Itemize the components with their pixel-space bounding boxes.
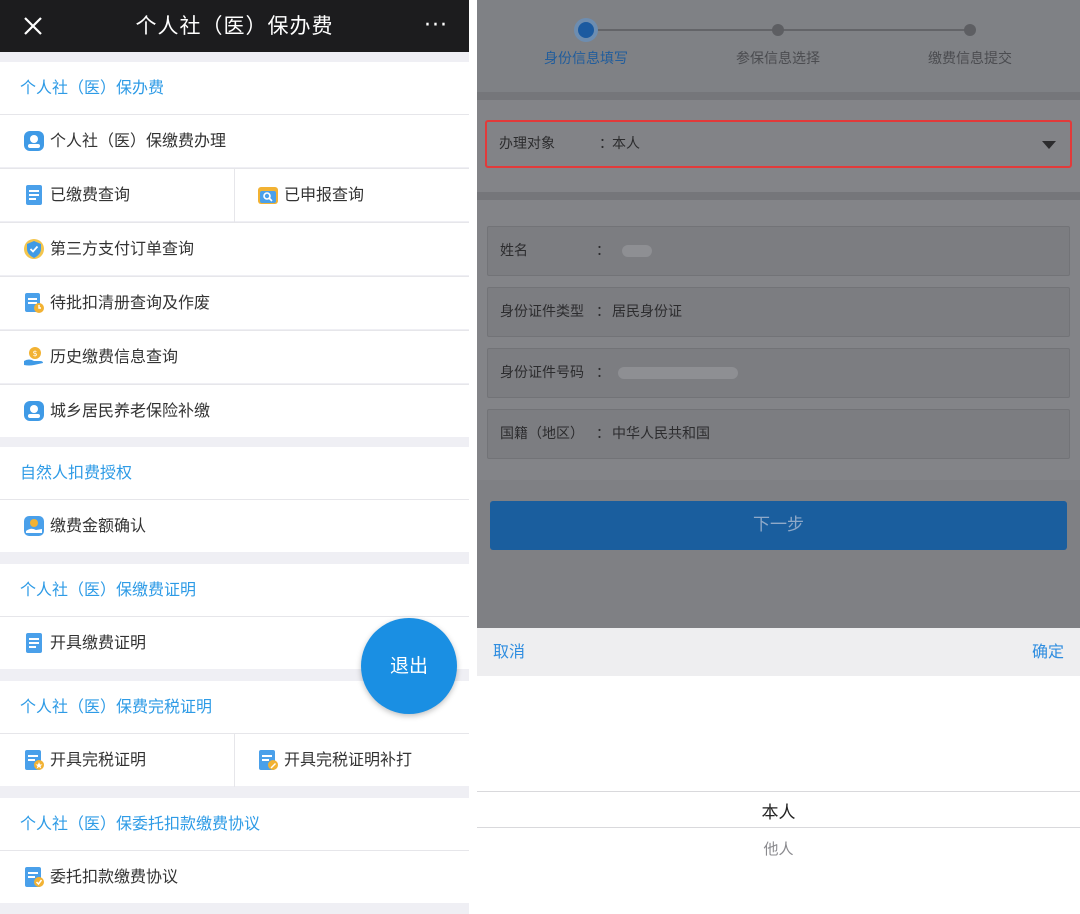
step-dot-active <box>578 22 594 38</box>
list-item[interactable]: 委托扣款缴费协议 <box>0 850 469 903</box>
step-label-identity: 身份信息填写 <box>544 51 628 67</box>
menu-item-pending-list[interactable]: 待批扣清册查询及作废 <box>0 277 469 330</box>
menu-item-label: 城乡居民养老保险补缴 <box>50 401 211 420</box>
field-label: 国籍（地区） <box>500 426 584 442</box>
service-list-panel: 个人社（医）保办费 ··· 个人社（医）保办费 个人社（医）保缴费办理 已缴费查… <box>0 0 469 914</box>
svg-text:$: $ <box>32 349 37 358</box>
menu-item-declared-query[interactable]: 已申报查询 <box>235 169 469 222</box>
shield-payment-icon <box>24 239 44 259</box>
page-title: 个人社（医）保办费 <box>135 14 334 38</box>
pension-icon <box>24 401 44 421</box>
search-folder-icon <box>258 187 278 204</box>
step-dot <box>964 24 976 36</box>
panel-divider <box>469 0 477 914</box>
next-step-button[interactable]: 下一步 <box>490 501 1067 550</box>
menu-item-label: 待批扣清册查询及作废 <box>50 293 211 312</box>
list-item: 已缴费查询 已申报查询 <box>0 168 469 222</box>
picker-toolbar: 取消 确定 <box>477 628 1080 676</box>
menu-item-insurance-payment[interactable]: 个人社（医）保缴费办理 <box>0 115 469 168</box>
document-list-icon <box>26 185 42 205</box>
name-field: 姓名 ： <box>487 226 1070 276</box>
menu-item-label: 第三方支付订单查询 <box>50 239 195 258</box>
field-colon: ： <box>596 304 610 320</box>
field-value: 居民身份证 <box>612 304 682 320</box>
menu-item-label: 个人社（医）保缴费办理 <box>50 131 227 150</box>
picker-selection-line <box>477 827 1080 828</box>
nationality-field: 国籍（地区） ： 中华人民共和国 <box>487 409 1070 459</box>
step-label-insurance: 参保信息选择 <box>736 51 820 67</box>
section-header-deduction-auth: 自然人扣费授权 <box>0 447 469 499</box>
menu-item-label: 开具缴费证明 <box>50 633 147 652</box>
social-insurance-icon <box>24 131 44 151</box>
menu-item-pension-supplement[interactable]: 城乡居民养老保险补缴 <box>0 385 469 438</box>
handler-label: 办理对象 <box>499 136 555 152</box>
menu-item-label: 委托扣款缴费协议 <box>50 867 179 886</box>
picker-cancel-button[interactable]: 取消 <box>493 628 525 676</box>
menu-item-third-party-order[interactable]: 第三方支付订单查询 <box>0 223 469 276</box>
menu-item-label: 缴费金额确认 <box>50 516 147 535</box>
separator <box>477 192 1080 200</box>
tax-certificate-icon <box>25 750 44 770</box>
field-label: 姓名 <box>500 243 528 259</box>
picker-option-self[interactable]: 本人 <box>477 798 1080 823</box>
field-colon: ： <box>596 365 610 381</box>
masked-value <box>618 367 738 379</box>
dropdown-caret-icon <box>1042 141 1056 149</box>
menu-item-label: 历史缴费信息查询 <box>50 347 179 366</box>
menu-item-reprint-tax-certificate[interactable]: 开具完税证明补打 <box>235 734 469 787</box>
list-item[interactable]: 第三方支付订单查询 <box>0 222 469 275</box>
coin-hand-icon: $ <box>24 347 43 366</box>
menu-item-label: 已申报查询 <box>284 185 365 204</box>
field-value: 中华人民共和国 <box>612 426 710 442</box>
agreement-icon <box>25 867 44 887</box>
menu-item-label: 已缴费查询 <box>50 185 131 204</box>
step-dot <box>772 24 784 36</box>
picker-option-other[interactable]: 他人 <box>477 838 1080 859</box>
more-options-icon[interactable]: ··· <box>421 14 451 38</box>
certificate-icon <box>26 633 42 653</box>
field-label: 身份证件号码 <box>500 365 584 381</box>
id-type-field: 身份证件类型 ： 居民身份证 <box>487 287 1070 337</box>
field-colon: ： <box>596 426 610 442</box>
separator <box>477 92 1080 100</box>
exit-button[interactable]: 退出 <box>361 618 457 714</box>
picker-confirm-button[interactable]: 确定 <box>1032 628 1064 676</box>
app-top-bar: 个人社（医）保办费 ··· <box>0 0 469 52</box>
section-header-entrusted-deduction: 个人社（医）保委托扣款缴费协议 <box>0 798 469 850</box>
masked-value <box>622 245 652 257</box>
step-label-payment: 缴费信息提交 <box>928 51 1012 67</box>
menu-item-history-query[interactable]: $ 历史缴费信息查询 <box>0 331 469 384</box>
menu-item-label: 开具完税证明补打 <box>284 750 413 769</box>
menu-item-issue-tax-certificate[interactable]: 开具完税证明 <box>0 734 235 787</box>
list-item: 开具完税证明 开具完税证明补打 <box>0 733 469 787</box>
progress-stepper: 身份信息填写 参保信息选择 缴费信息提交 <box>477 0 1080 92</box>
reprint-certificate-icon <box>259 750 278 770</box>
menu-item-entrusted-agreement[interactable]: 委托扣款缴费协议 <box>0 851 469 904</box>
list-item[interactable]: 缴费金额确认 <box>0 499 469 552</box>
option-picker[interactable]: 本人 他人 <box>477 676 1080 914</box>
id-number-field: 身份证件号码 ： <box>487 348 1070 398</box>
menu-item-amount-confirm[interactable]: 缴费金额确认 <box>0 500 469 553</box>
menu-item-label: 开具完税证明 <box>50 750 147 769</box>
pending-list-icon <box>25 293 44 313</box>
list-item[interactable]: 城乡居民养老保险补缴 <box>0 384 469 437</box>
list-item[interactable]: $ 历史缴费信息查询 <box>0 330 469 383</box>
field-label: 身份证件类型 <box>500 304 584 320</box>
handler-select[interactable]: 办理对象 ： 本人 <box>485 120 1072 168</box>
handler-value: 本人 <box>612 136 640 152</box>
section-header-payment-certificate: 个人社（医）保缴费证明 <box>0 564 469 616</box>
list-item[interactable]: 待批扣清册查询及作废 <box>0 276 469 329</box>
list-item[interactable]: 个人社（医）保缴费办理 <box>0 114 469 167</box>
field-colon: ： <box>596 243 610 259</box>
picker-selection-line <box>477 791 1080 792</box>
identity-form-panel: 身份信息填写 参保信息选择 缴费信息提交 办理对象 ： 本人 姓名 ： 身份证件… <box>477 0 1080 914</box>
menu-item-paid-query[interactable]: 已缴费查询 <box>0 169 235 222</box>
section-header-insurance-payment: 个人社（医）保办费 <box>0 62 469 114</box>
handler-colon: ： <box>599 136 613 152</box>
amount-confirm-icon <box>24 516 44 536</box>
